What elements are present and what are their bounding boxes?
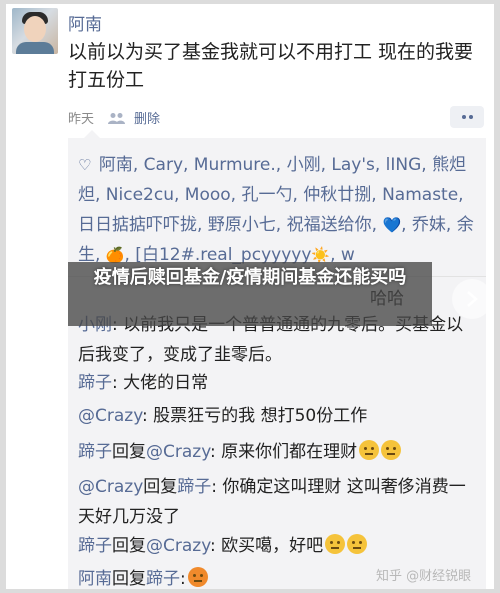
comment-item[interactable]: 蹄子回复@Crazy: 欧买噶，好吧 — [78, 531, 478, 561]
heart-outline-icon: ♡ — [78, 156, 92, 174]
angry-emoji — [187, 567, 208, 587]
reply-target-name[interactable]: 蹄子 — [146, 569, 180, 589]
reply-target-name[interactable]: 蹄子 — [177, 477, 211, 497]
commenter-name[interactable]: 蹄子 — [78, 536, 112, 556]
reply-word: 回复 — [112, 569, 146, 589]
reply-word: 回复 — [112, 536, 146, 556]
comment-text: : — [180, 569, 186, 589]
next-arrow-button[interactable] — [452, 279, 492, 319]
comment-item[interactable]: 蹄子: 大佬的日常 — [78, 368, 478, 398]
comment-text: : 欧买噶，好吧 — [210, 536, 324, 556]
watermark: 知乎 @财经锐眼 — [376, 569, 472, 584]
awkward-smile-emoji — [359, 440, 380, 460]
awkward-smile-emoji — [381, 440, 402, 460]
post-time: 昨天 — [68, 112, 95, 127]
awkward-smile-emoji — [325, 534, 346, 554]
comment-text: : 股票狂亏的我 想打50份工作 — [142, 406, 368, 426]
delete-link[interactable]: 删除 — [134, 108, 160, 127]
post-meta: 昨天 删除 — [68, 108, 160, 127]
comment-item[interactable]: @Crazy: 股票狂亏的我 想打50份工作 — [78, 401, 478, 431]
comment-item[interactable]: 蹄子回复@Crazy: 原来你们都在理财 — [78, 437, 478, 467]
reply-word: 回复 — [112, 442, 146, 462]
comment-item[interactable]: @Crazy回复蹄子: 你确定这叫理财 这叫奢侈消费一天好几万没了 — [78, 472, 478, 532]
reply-target-name[interactable]: @Crazy — [146, 536, 210, 556]
comment-text: : 原来你们都在理财 — [210, 442, 358, 462]
reply-word: 回复 — [143, 477, 178, 497]
reply-target-name[interactable]: @Crazy — [146, 442, 210, 462]
commenter-name[interactable]: @Crazy — [78, 406, 142, 426]
avatar[interactable] — [12, 8, 58, 54]
commenter-name[interactable]: @Crazy — [78, 477, 143, 497]
comment-text: : 大佬的日常 — [112, 373, 209, 393]
more-options-button[interactable] — [450, 106, 484, 128]
post-text: 以前以为买了基金我就可以不用打工 现在的我要打五份工 — [68, 41, 474, 91]
commenter-name[interactable]: 蹄子 — [78, 373, 112, 393]
interaction-panel: ♡ 阿南, Cary, Murmure., 小刚, Lay's, lING, 熊… — [68, 138, 486, 589]
awkward-smile-emoji — [347, 534, 368, 554]
commenter-name[interactable]: 阿南 — [78, 569, 112, 589]
article-title: 疫情后赎回基金/疫情期间基金还能买吗 — [93, 267, 407, 288]
commenter-name[interactable]: 蹄子 — [78, 442, 112, 462]
chevron-right-icon — [467, 291, 478, 307]
post-author[interactable]: 阿南 — [68, 10, 102, 35]
comment-area-pointer — [84, 130, 100, 138]
people-icon — [108, 112, 126, 124]
likes-list: ♡ 阿南, Cary, Murmure., 小刚, Lay's, lING, 熊… — [78, 150, 478, 270]
blue-heart-emoji: 💙 — [382, 216, 402, 234]
post-header: 阿南 以前以为买了基金我就可以不用打工 现在的我要打五份工 — [6, 4, 494, 99]
